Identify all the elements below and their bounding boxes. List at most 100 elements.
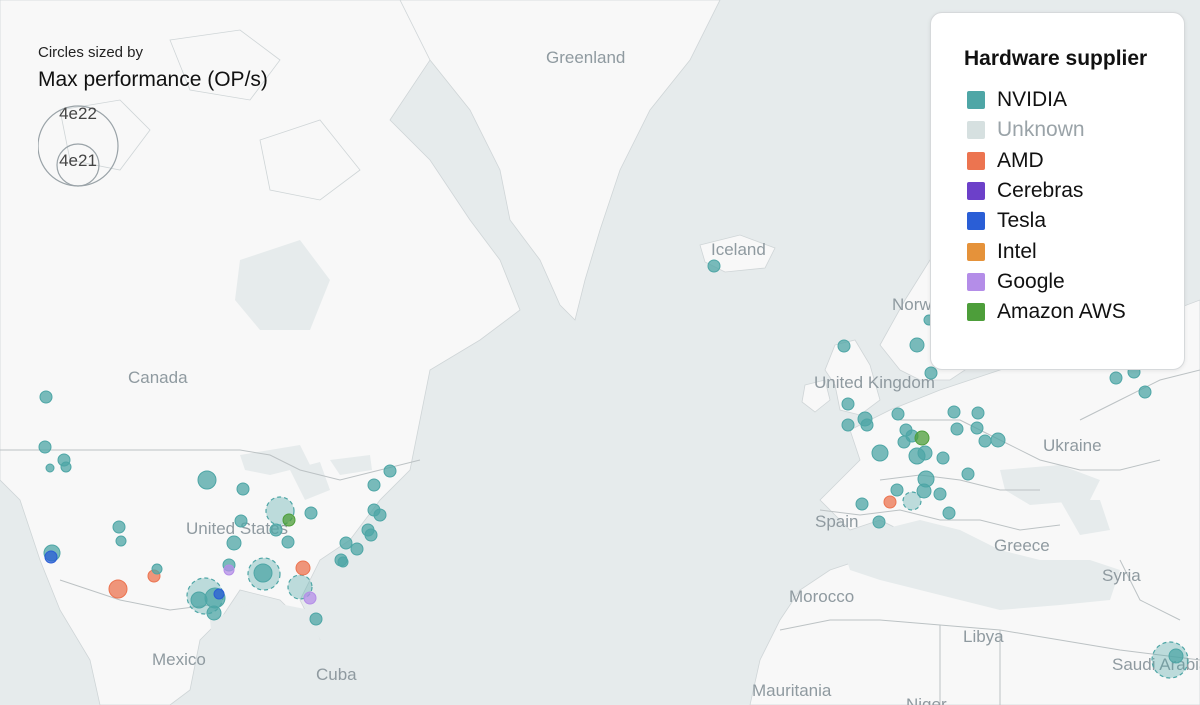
data-center-marker[interactable]: [337, 556, 349, 568]
label-mauritania: Mauritania: [752, 681, 832, 700]
data-center-marker[interactable]: [855, 497, 869, 511]
data-center-marker[interactable]: [841, 397, 855, 411]
size-legend-circles: 4e22 4e21: [38, 104, 119, 187]
data-center-marker[interactable]: [383, 464, 397, 478]
data-center-marker[interactable]: [223, 564, 235, 576]
size-legend-caption: Circles sized by: [38, 44, 144, 61]
data-center-marker[interactable]: [860, 418, 874, 432]
data-center-marker[interactable]: [236, 482, 250, 496]
data-center-marker[interactable]: [373, 508, 387, 522]
data-center-marker[interactable]: [309, 612, 323, 626]
data-center-marker[interactable]: [60, 461, 72, 473]
data-center-marker[interactable]: [950, 422, 964, 436]
legend-label: Unknown: [997, 118, 1085, 142]
data-center-marker[interactable]: [234, 514, 248, 528]
label-niger: Niger: [906, 695, 947, 705]
label-ukraine: Ukraine: [1043, 436, 1102, 455]
data-center-marker[interactable]: [281, 535, 295, 549]
data-center-marker[interactable]: [303, 591, 317, 605]
label-libya: Libya: [963, 627, 1004, 646]
data-center-marker[interactable]: [936, 451, 950, 465]
size-legend-small-value: 4e21: [59, 151, 97, 170]
legend-item-google[interactable]: Google: [967, 267, 1126, 297]
data-center-marker[interactable]: [367, 478, 381, 492]
legend-item-nvidia[interactable]: NVIDIA: [967, 85, 1126, 115]
data-center-marker[interactable]: [961, 467, 975, 481]
data-center-marker[interactable]: [364, 528, 378, 542]
legend-swatch: [967, 121, 985, 140]
data-center-marker[interactable]: [339, 536, 353, 550]
label-spain: Spain: [815, 512, 858, 531]
data-center-marker[interactable]: [253, 563, 273, 583]
data-center-marker[interactable]: [112, 520, 126, 534]
data-center-marker[interactable]: [282, 513, 296, 527]
legend-item-amd[interactable]: AMD: [967, 146, 1126, 176]
legend-label: Cerebras: [997, 179, 1084, 203]
data-center-marker[interactable]: [872, 515, 886, 529]
data-center-marker[interactable]: [45, 463, 55, 473]
label-iceland: Iceland: [711, 240, 766, 259]
data-center-marker[interactable]: [1109, 371, 1123, 385]
data-center-marker[interactable]: [115, 535, 127, 547]
label-syria: Syria: [1102, 566, 1141, 585]
legend-item-tesla[interactable]: Tesla: [967, 206, 1126, 236]
size-legend-metric: Max performance (OP/s): [38, 68, 268, 91]
data-center-marker[interactable]: [990, 432, 1006, 448]
data-center-marker[interactable]: [909, 337, 925, 353]
data-center-marker[interactable]: [206, 605, 222, 621]
data-center-marker[interactable]: [269, 523, 283, 537]
legend-swatch: [967, 91, 985, 110]
data-center-marker[interactable]: [1138, 385, 1152, 399]
data-center-marker[interactable]: [295, 560, 311, 576]
data-center-marker[interactable]: [942, 506, 956, 520]
data-center-marker[interactable]: [226, 535, 242, 551]
size-legend-large-value: 4e22: [59, 104, 97, 123]
legend-item-unknown[interactable]: Unknown: [967, 115, 1126, 145]
data-center-marker[interactable]: [837, 339, 851, 353]
legend-item-amazon-aws[interactable]: Amazon AWS: [967, 297, 1126, 327]
data-center-marker[interactable]: [213, 588, 225, 600]
legend-item-intel[interactable]: Intel: [967, 236, 1126, 266]
data-center-marker[interactable]: [902, 491, 922, 511]
data-center-marker[interactable]: [38, 440, 52, 454]
data-center-marker[interactable]: [891, 407, 905, 421]
data-center-marker[interactable]: [350, 542, 364, 556]
data-center-marker[interactable]: [917, 445, 933, 461]
data-center-marker[interactable]: [871, 444, 889, 462]
size-legend: Circles sized by Max performance (OP/s) …: [38, 44, 318, 204]
data-center-marker[interactable]: [947, 405, 961, 419]
data-center-marker[interactable]: [44, 550, 58, 564]
legend-swatch: [967, 151, 985, 170]
data-center-marker[interactable]: [108, 579, 128, 599]
data-center-marker[interactable]: [883, 495, 897, 509]
data-center-marker[interactable]: [1151, 641, 1189, 679]
legend-swatch: [967, 212, 985, 231]
legend-label: Intel: [997, 239, 1037, 263]
data-center-marker[interactable]: [978, 434, 992, 448]
data-center-marker[interactable]: [39, 390, 53, 404]
label-canada: Canada: [128, 368, 188, 387]
label-united-kingdom: United Kingdom: [814, 373, 935, 392]
legend-list: NVIDIA Unknown AMD Cerebras Tesla Intel Google…: [967, 85, 1126, 327]
legend-label: Tesla: [997, 209, 1047, 233]
data-center-marker[interactable]: [924, 366, 938, 380]
data-center-marker[interactable]: [190, 591, 208, 609]
data-center-marker[interactable]: [841, 418, 855, 432]
data-center-marker[interactable]: [304, 506, 318, 520]
legend-title: Hardware supplier: [964, 47, 1148, 70]
label-morocco: Morocco: [789, 587, 854, 606]
data-center-marker[interactable]: [197, 470, 217, 490]
legend-swatch: [967, 182, 985, 201]
data-center-marker[interactable]: [151, 563, 163, 575]
data-center-marker[interactable]: [914, 430, 930, 446]
data-center-marker[interactable]: [970, 421, 984, 435]
hardware-supplier-legend: Hardware supplier NVIDIA Unknown AMD Cerebr…: [930, 12, 1185, 370]
label-greenland: Greenland: [546, 48, 625, 67]
data-center-marker[interactable]: [890, 483, 904, 497]
legend-item-cerebras[interactable]: Cerebras: [967, 176, 1126, 206]
data-center-marker[interactable]: [707, 259, 721, 273]
data-center-marker[interactable]: [933, 487, 947, 501]
legend-swatch: [967, 272, 985, 291]
label-greece: Greece: [994, 536, 1050, 555]
data-center-marker[interactable]: [971, 406, 985, 420]
